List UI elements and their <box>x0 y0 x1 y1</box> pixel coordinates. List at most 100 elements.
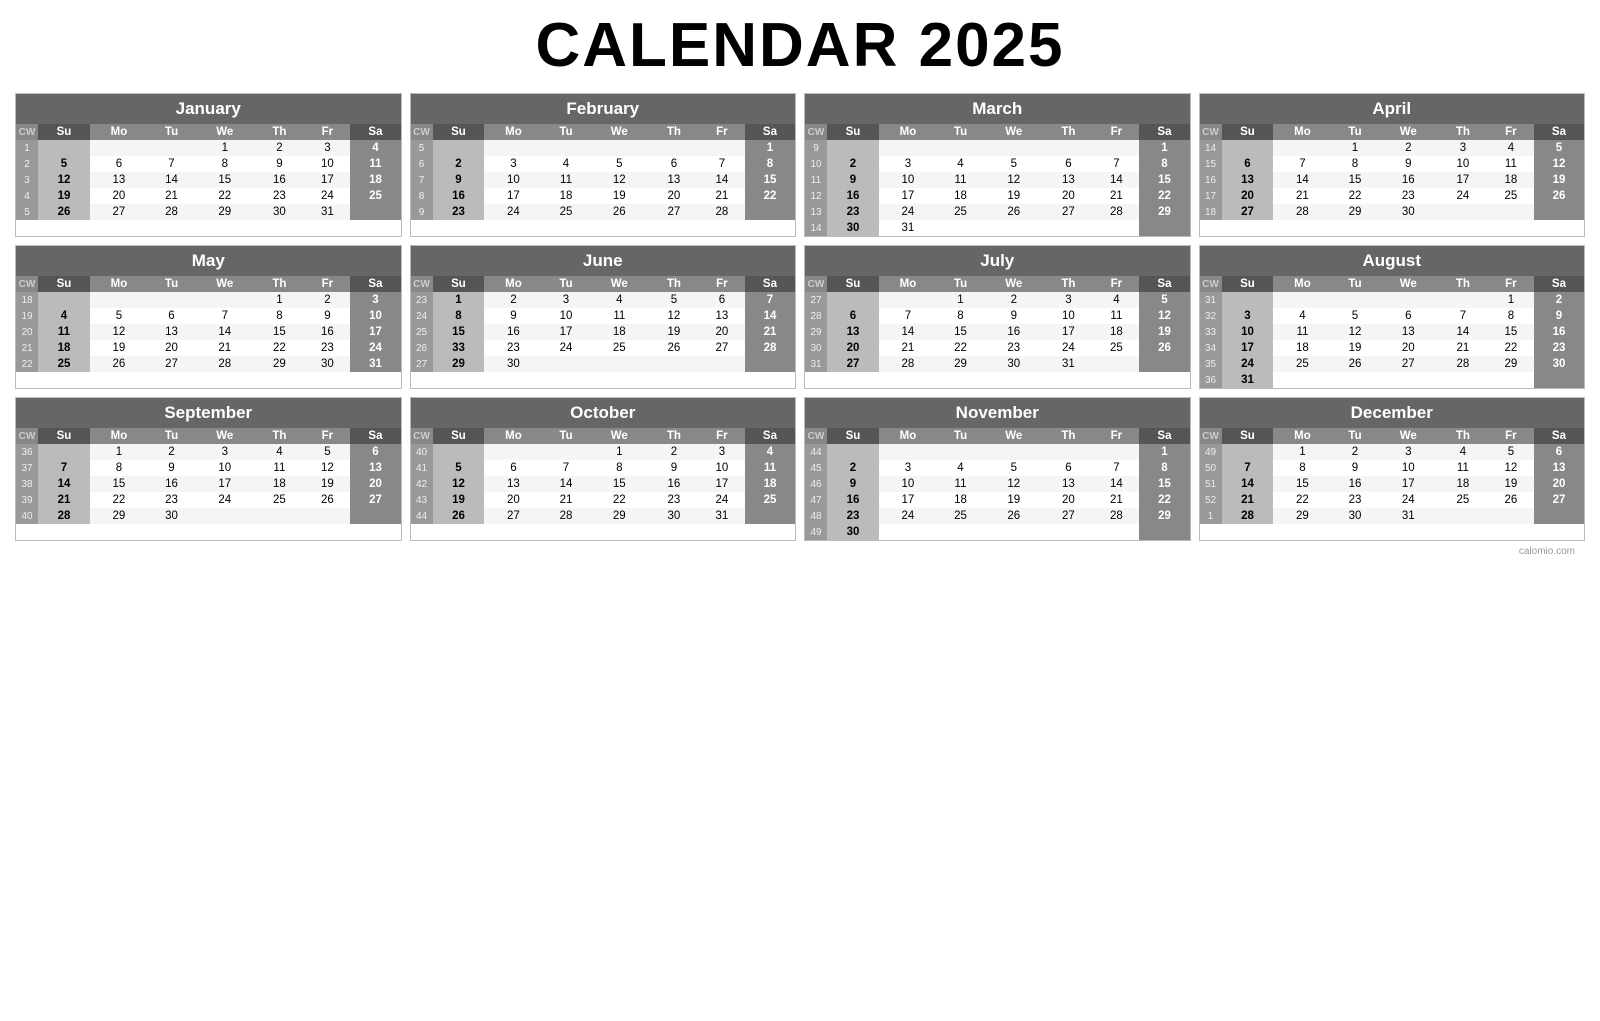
day-cell <box>699 356 745 372</box>
month-table: CWSuMoTuWeThFrSa911023456781191011121314… <box>805 124 1190 236</box>
saturday-cell: 13 <box>350 460 400 476</box>
day-cell: 24 <box>542 340 589 356</box>
day-cell: 28 <box>699 204 745 220</box>
cw-cell: 1 <box>16 140 38 156</box>
cw-cell: 10 <box>805 156 827 172</box>
day-cell: 19 <box>590 188 649 204</box>
month-table: CWSuMoTuWeThFrSa491234565078910111213511… <box>1200 428 1585 524</box>
day-cell: 2 <box>484 292 542 308</box>
saturday-cell: 12 <box>1534 156 1584 172</box>
saturday-cell <box>745 356 795 372</box>
day-cell <box>1379 292 1438 308</box>
day-cell: 30 <box>304 356 350 372</box>
saturday-cell <box>350 204 400 220</box>
sunday-cell <box>38 292 90 308</box>
day-cell <box>1331 372 1378 388</box>
sunday-cell <box>1222 292 1274 308</box>
day-cell: 25 <box>1273 356 1331 372</box>
day-cell: 15 <box>90 476 148 492</box>
day-cell: 23 <box>254 188 304 204</box>
cw-cell: 18 <box>1200 204 1222 220</box>
day-cell: 22 <box>254 340 304 356</box>
day-cell: 27 <box>699 340 745 356</box>
day-cell <box>649 356 699 372</box>
day-cell: 9 <box>1379 156 1438 172</box>
day-header-th: Th <box>1043 124 1093 140</box>
day-cell: 17 <box>1043 324 1093 340</box>
day-cell: 25 <box>937 508 984 524</box>
day-cell: 20 <box>699 324 745 340</box>
day-cell: 25 <box>1488 188 1534 204</box>
day-cell: 17 <box>879 492 937 508</box>
cw-cell: 23 <box>411 292 433 308</box>
sunday-cell: 20 <box>827 340 879 356</box>
saturday-cell: 1 <box>1139 140 1189 156</box>
day-header-mo: Mo <box>90 276 148 292</box>
day-cell: 31 <box>1379 508 1438 524</box>
sunday-cell: 13 <box>827 324 879 340</box>
day-cell: 6 <box>148 308 195 324</box>
day-cell <box>484 140 542 156</box>
day-cell: 25 <box>1093 340 1139 356</box>
saturday-cell: 25 <box>350 188 400 204</box>
day-cell: 28 <box>879 356 937 372</box>
cw-cell: 22 <box>16 356 38 372</box>
day-cell: 2 <box>984 292 1043 308</box>
day-cell: 19 <box>304 476 350 492</box>
day-cell: 23 <box>984 340 1043 356</box>
day-cell <box>984 220 1043 236</box>
saturday-cell: 6 <box>1534 444 1584 460</box>
day-cell: 26 <box>984 204 1043 220</box>
week-row: 143031 <box>805 220 1190 236</box>
saturday-cell: 16 <box>1534 324 1584 340</box>
month-table: CWSuMoTuWeThFrSa181231945678910201112131… <box>16 276 401 372</box>
cw-cell: 32 <box>1200 308 1222 324</box>
day-cell: 22 <box>590 492 649 508</box>
saturday-cell <box>1139 220 1189 236</box>
day-cell <box>1488 508 1534 524</box>
sat-header: Sa <box>745 428 795 444</box>
saturday-cell: 15 <box>1139 476 1189 492</box>
day-cell: 3 <box>879 460 937 476</box>
sat-header: Sa <box>745 276 795 292</box>
day-cell <box>1093 220 1139 236</box>
sat-header: Sa <box>1139 428 1189 444</box>
day-cell: 14 <box>1438 324 1488 340</box>
saturday-cell: 8 <box>1139 156 1189 172</box>
day-cell: 15 <box>254 324 304 340</box>
sunday-cell <box>433 444 485 460</box>
sun-header: Su <box>827 428 879 444</box>
day-header-tu: Tu <box>148 276 195 292</box>
day-header-mo: Mo <box>90 124 148 140</box>
day-cell: 22 <box>90 492 148 508</box>
cw-cell: 43 <box>411 492 433 508</box>
day-cell: 26 <box>304 492 350 508</box>
sunday-cell: 5 <box>38 156 90 172</box>
day-cell: 28 <box>1093 204 1139 220</box>
day-cell: 11 <box>937 476 984 492</box>
cw-header: CW <box>411 276 433 292</box>
day-cell: 11 <box>254 460 304 476</box>
week-row: 4716171819202122 <box>805 492 1190 508</box>
day-cell: 16 <box>254 172 304 188</box>
day-cell: 20 <box>148 340 195 356</box>
cw-cell: 33 <box>1200 324 1222 340</box>
day-cell: 9 <box>304 308 350 324</box>
day-header-mo: Mo <box>879 124 937 140</box>
sunday-cell <box>1222 140 1274 156</box>
cw-cell: 5 <box>16 204 38 220</box>
sunday-cell <box>38 444 90 460</box>
day-cell <box>937 140 984 156</box>
day-cell <box>1273 140 1331 156</box>
day-cell: 24 <box>484 204 542 220</box>
day-cell: 2 <box>649 444 699 460</box>
cw-cell: 40 <box>411 444 433 460</box>
saturday-cell: 20 <box>350 476 400 492</box>
day-header-fr: Fr <box>1093 276 1139 292</box>
day-cell: 6 <box>1043 460 1093 476</box>
month-title: July <box>805 246 1190 276</box>
saturday-cell: 7 <box>745 292 795 308</box>
sunday-cell: 28 <box>38 508 90 524</box>
cw-cell: 49 <box>805 524 827 540</box>
week-row: 2567891011 <box>16 156 401 172</box>
